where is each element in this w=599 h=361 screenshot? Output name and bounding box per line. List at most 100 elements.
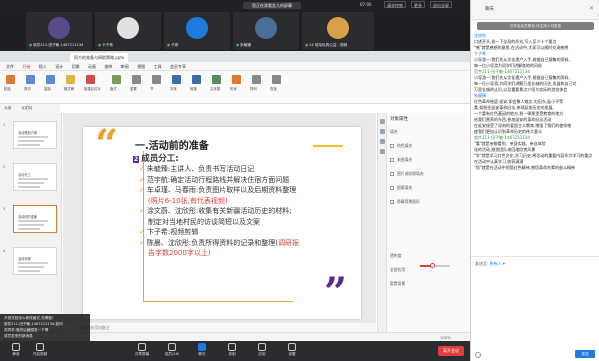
- participant-tile[interactable]: ●卡子希: [95, 12, 161, 50]
- toolbar-button[interactable]: 成员(26): [160, 343, 184, 357]
- ribbon-button-icon[interactable]: [112, 75, 121, 84]
- ribbon-button-icon[interactable]: [86, 75, 95, 84]
- slide-thumbnail[interactable]: 活动流程: [13, 247, 57, 275]
- emoji-icon[interactable]: [475, 352, 481, 358]
- thumbnail-line: [18, 186, 40, 188]
- decor-bar: [313, 145, 343, 147]
- chat-title: 聊天: [485, 7, 494, 12]
- participant-tile[interactable]: ●子希: [164, 12, 230, 50]
- toolbar-button[interactable]: 共享屏幕: [130, 343, 154, 357]
- menu-item[interactable]: 审阅: [121, 62, 129, 71]
- thumbnail-line: [18, 144, 40, 146]
- notes-field[interactable]: 单击此处添加备注: [63, 323, 376, 332]
- switch-icon[interactable]: [380, 149, 385, 154]
- bullet-item: ✓ 车卓瑾、马春雨:负责图片取样以及后期资料整理: [139, 185, 339, 196]
- check-icon: ✓: [139, 165, 145, 173]
- ribbon-button-icon[interactable]: [192, 75, 201, 84]
- animation-icon[interactable]: [380, 139, 385, 144]
- bullet-item: ✓ 卞子希:视频剪辑: [139, 227, 339, 238]
- menu-item[interactable]: 放映: [104, 62, 112, 71]
- close-icon[interactable]: ✕: [589, 5, 594, 12]
- bullet-text: 制定对当地村民的访谈简短以及文案: [148, 217, 260, 226]
- document-tab[interactable]: 同方的准备与捐助策略.pptx: [70, 53, 129, 62]
- thumbnail-title: 活动策划方案: [18, 131, 38, 135]
- property-label[interactable]: 重置背景: [390, 281, 405, 287]
- toolbar-icon: [258, 343, 266, 351]
- menu-item[interactable]: 切换: [72, 62, 80, 71]
- check-icon: ✓: [139, 186, 145, 194]
- properties-pane: 对象属性 填充 纯色填充 渐变填充 图片或纹理填充 图案填充 隐藏背景图形 透明度 全部应用重…: [377, 113, 470, 332]
- design-icon[interactable]: [380, 129, 385, 134]
- menu-item[interactable]: 开始: [22, 62, 30, 71]
- menu-item[interactable]: 动画: [88, 62, 96, 71]
- slider-knob[interactable]: [430, 263, 435, 268]
- slide-thumbnail[interactable]: 活动前的准备: [13, 205, 57, 233]
- slide-thumbnail[interactable]: 活动分工: [13, 163, 57, 191]
- participant-video-strip: ●软件211-田子敏-1467211134 ●卡子希 ●子希 ●朱毓臻 ●24 …: [0, 10, 470, 51]
- menu-item[interactable]: 视图: [137, 62, 145, 71]
- participant-tile[interactable]: ●软件211-田子敏-1467211134: [26, 12, 92, 50]
- leave-meeting-button[interactable]: 离开会议: [438, 346, 464, 356]
- toolbar-button[interactable]: 静音: [4, 343, 28, 357]
- slide-canvas: “ 一.活动前的准备 2 成员分工: ✓ 朱毓臻:主讲人、负责书写活动日记 ✓ 范宇航:…: [63, 113, 376, 323]
- menu-item[interactable]: 设计: [55, 62, 63, 71]
- overlay-line: 范同学:做完后截图发一下啊: [4, 328, 49, 332]
- ribbon-button-icon[interactable]: [212, 75, 221, 84]
- menu-item[interactable]: 工具: [154, 62, 162, 71]
- ribbon-label: 新建幻灯片: [84, 87, 101, 91]
- ribbon-button-icon[interactable]: [132, 75, 141, 84]
- toolbar-icon: [12, 343, 20, 351]
- toolbar-button[interactable]: 录制: [220, 343, 244, 357]
- option-radio[interactable]: [390, 186, 394, 190]
- ribbon-button-icon[interactable]: [26, 75, 35, 84]
- property-label[interactable]: 全部应用: [390, 267, 405, 273]
- ribbon-button-icon[interactable]: [46, 75, 55, 84]
- option-radio[interactable]: [390, 144, 394, 148]
- ribbon-button-icon[interactable]: [6, 75, 15, 84]
- toolbar-label: 设置: [288, 352, 296, 356]
- panel-subtabs: 大纲 幻灯片: [0, 104, 60, 113]
- toolbar-icon: [138, 343, 146, 351]
- exit-fullscreen-button[interactable]: 退出全屏: [430, 1, 452, 8]
- toolbar-button[interactable]: 设置: [280, 343, 304, 357]
- participant-name: 卡子希: [102, 43, 113, 47]
- ribbon-button-icon[interactable]: [172, 75, 181, 84]
- mic-icon: ●: [236, 43, 240, 47]
- thumbnail-line: [18, 224, 44, 226]
- current-slide[interactable]: “ 一.活动前的准备 2 成员分工: ✓ 朱毓臻:主讲人、负责书写活动日记 ✓ 范宇航:…: [83, 125, 361, 319]
- participant-tile[interactable]: ●24 哈哈玩具公益 - 视频: [302, 12, 374, 50]
- request-control-button[interactable]: 请求控制: [384, 1, 406, 8]
- ribbon-button-icon[interactable]: [272, 75, 281, 84]
- slide-thumbnail[interactable]: 活动策划方案: [13, 121, 57, 149]
- chat-input-area[interactable]: 发送至: 所有人 ▾ 发送: [471, 256, 599, 361]
- participant-name: 朱毓臻: [240, 43, 251, 47]
- ribbon-button-icon[interactable]: [66, 75, 75, 84]
- ribbon-button-icon[interactable]: [232, 75, 241, 84]
- option-radio[interactable]: [390, 200, 394, 204]
- ribbon-button-icon[interactable]: [152, 75, 161, 84]
- ribbon-toolbar: 粘贴 剪切 复制 格式刷 新建幻灯片 版式 重置 节 字体 段落 文本框 形状 排列 查找: [0, 71, 470, 104]
- participant-tile[interactable]: ●朱毓臻: [233, 12, 299, 50]
- tab-slides[interactable]: 幻灯片: [22, 105, 33, 112]
- thumbnail-title: 活动前的准备: [18, 215, 38, 219]
- transparency-slider[interactable]: [420, 263, 450, 268]
- object-icon[interactable]: [380, 119, 385, 124]
- avatar: [186, 17, 208, 39]
- bullet-text: 陈晨、沈欣彤:负责所得资料的记录和整理(: [146, 238, 278, 247]
- option-radio[interactable]: [390, 158, 394, 162]
- bullet-text: (照片6-10张,有代表视频): [148, 196, 228, 205]
- tab-outline[interactable]: 大纲: [4, 105, 11, 112]
- send-button[interactable]: 发送: [575, 350, 595, 358]
- menu-item[interactable]: 插入: [39, 62, 47, 71]
- send-to-selector[interactable]: 发送至: 所有人 ▾: [475, 261, 505, 267]
- toolbar-button[interactable]: 应用: [250, 343, 274, 357]
- toolbar-button[interactable]: 开启视频: [28, 343, 52, 357]
- more-button[interactable]: 更多: [411, 1, 425, 8]
- menu-item[interactable]: 文件: [6, 62, 14, 71]
- ribbon-button-icon[interactable]: [252, 75, 261, 84]
- toolbar-button[interactable]: 聊天: [190, 343, 214, 357]
- check-icon: ✓: [139, 175, 145, 184]
- menu-item[interactable]: 会员专享: [170, 62, 186, 71]
- option-radio[interactable]: [390, 172, 394, 176]
- property-label: 图案填充: [397, 185, 413, 190]
